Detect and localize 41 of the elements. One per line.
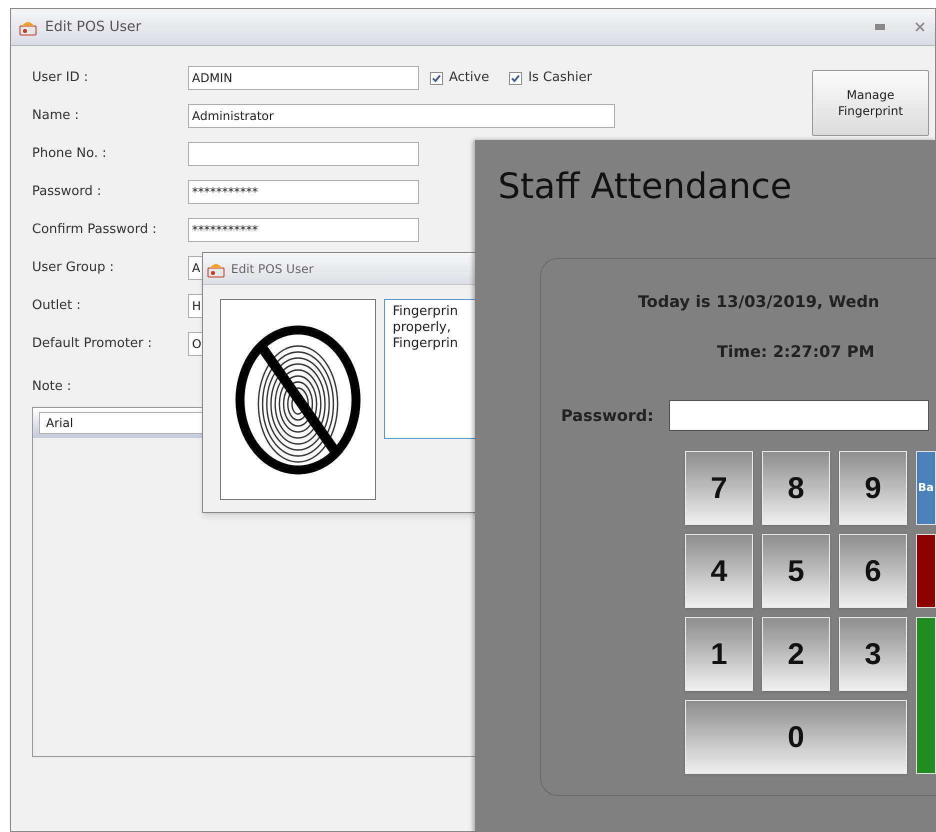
- field-label: User Group :: [32, 259, 115, 278]
- keypad-key[interactable]: 0: [685, 700, 907, 774]
- time-text: Time: 2:27:07 PM: [717, 341, 876, 363]
- window-title: Edit POS User: [45, 18, 142, 36]
- keypad-key[interactable]: 5: [762, 534, 830, 608]
- field-label: Password :: [32, 183, 102, 202]
- text-field[interactable]: ADMIN: [188, 66, 419, 90]
- date-text: Today is 13/03/2019, Wedn: [638, 291, 880, 313]
- keypad-key[interactable]: 8: [762, 451, 830, 525]
- text-field[interactable]: ***********: [188, 218, 419, 242]
- text-field[interactable]: [188, 142, 419, 166]
- field-label: Confirm Password :: [32, 221, 158, 240]
- checkbox-label: Is Cashier: [528, 69, 592, 88]
- keypad-key[interactable]: 9: [839, 451, 907, 525]
- text-field[interactable]: ***********: [188, 180, 419, 204]
- password-field[interactable]: [668, 400, 929, 431]
- field-label: Phone No. :: [32, 145, 108, 164]
- dialog-title: Edit POS User: [231, 260, 314, 278]
- close-icon[interactable]: [915, 22, 925, 32]
- panel-title: Staff Attendance: [498, 166, 793, 209]
- keypad-key[interactable]: 4: [685, 534, 753, 608]
- field-label: Outlet :: [32, 297, 82, 316]
- keypad-key[interactable]: 2: [762, 617, 830, 691]
- action-key[interactable]: [916, 534, 936, 608]
- manage-fingerprint-button[interactable]: Manage Fingerprint: [812, 70, 929, 136]
- checkbox[interactable]: [430, 72, 443, 84]
- keypad-key[interactable]: 1: [685, 617, 753, 691]
- field-label: Name :: [32, 107, 80, 126]
- action-key[interactable]: [916, 617, 936, 774]
- note-label: Note :: [32, 378, 72, 396]
- keypad-key[interactable]: 7: [685, 451, 753, 525]
- text-field[interactable]: Administrator: [188, 104, 615, 128]
- field-label: Default Promoter :: [32, 335, 153, 354]
- checkbox[interactable]: [509, 72, 522, 84]
- password-label: Password:: [561, 404, 654, 426]
- keypad-key[interactable]: 3: [839, 617, 907, 691]
- field-label: User ID :: [32, 69, 90, 88]
- action-key[interactable]: Ba: [916, 451, 936, 525]
- checkbox-label: Active: [449, 69, 490, 88]
- keypad-key[interactable]: 6: [839, 534, 907, 608]
- no-fingerprint-icon: [232, 324, 363, 476]
